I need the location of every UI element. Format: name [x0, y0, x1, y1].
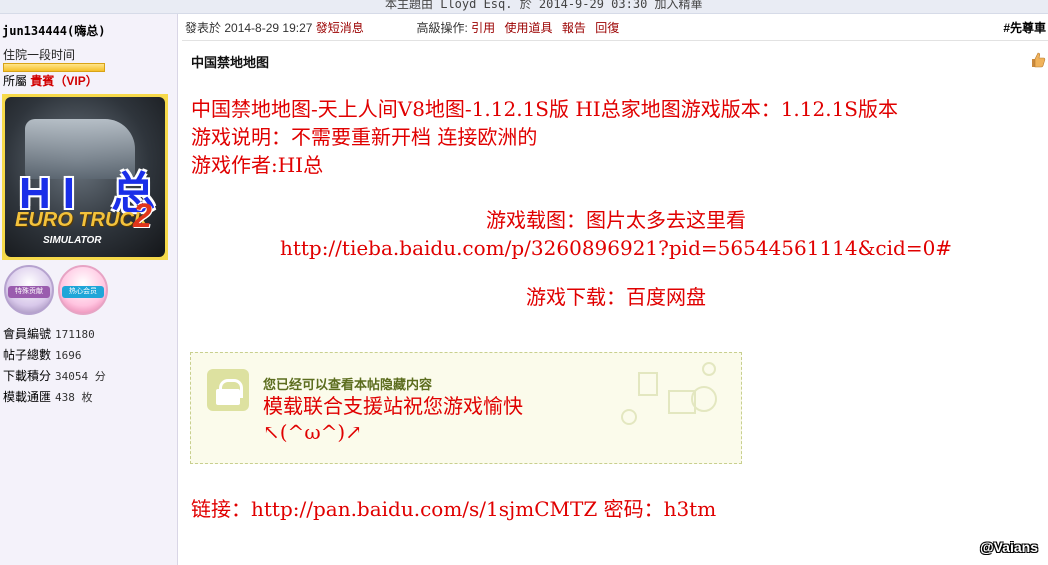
watermark: @Vaians: [979, 539, 1038, 555]
medal-special-contribution[interactable]: 特殊贡献: [4, 265, 54, 315]
stat-label: 下載積分: [3, 369, 52, 383]
stat-label: 模載通匯: [3, 390, 52, 404]
quote-link[interactable]: 引用: [471, 21, 495, 35]
admin-actions-label: 高級操作:: [416, 21, 468, 35]
hidden-content-note: 您已经可以查看本帖隐藏内容: [263, 377, 433, 392]
user-stats: 會員編號 171180 帖子總數 1696 下載積分 34054 分 模載通匯 438 …: [3, 324, 106, 408]
user-group-label: 所屬: [3, 74, 28, 88]
post-date: 2014-8-29 19:27: [224, 21, 313, 35]
use-item-link[interactable]: 使用道具: [505, 21, 553, 35]
post-line: 游戏说明：不需要重新开档 连接欧洲的: [191, 125, 538, 149]
thread-status-bar: 本主題由 Lloyd Esq. 於 2014-9-29 03:30 加入精華: [0, 0, 1048, 14]
post-line: 中国禁地地图-天上人间V8地图-1.12.1S版 HI总家地图游戏版本：1.12…: [191, 97, 899, 121]
report-link[interactable]: 報告: [562, 21, 586, 35]
medal-label: 特殊贡献: [8, 286, 50, 298]
reply-link[interactable]: 回復: [595, 21, 619, 35]
thread-status-text: 本主題由 Lloyd Esq. 於 2014-9-29 03:30 加入精華: [385, 0, 703, 11]
username[interactable]: jun134444(嗨总): [2, 22, 105, 39]
avatar-game-subtitle: SIMULATOR: [43, 235, 102, 246]
stat-label: 會員編號: [3, 327, 52, 341]
user-group-value: 貴賓（VIP）: [30, 74, 98, 88]
avatar-game-number: 2: [133, 197, 152, 235]
avatar-game-logo: EURO TRUCK: [15, 209, 149, 231]
screenshots-label: 游戏载图：图片太多去这里看: [486, 208, 746, 232]
rank-progress-bar: [3, 63, 105, 72]
post-floor-number[interactable]: #先尊車: [1003, 19, 1046, 36]
avatar-image: HI 总 EURO TRUCK 2 SIMULATOR: [5, 97, 165, 257]
post-title: 中国禁地地图: [191, 55, 270, 70]
user-profile-sidebar: jun134444(嗨总) 住院一段时间 所屬 貴賓（VIP） HI 总 EUR…: [0, 14, 178, 565]
post-line: 游戏作者:HI总: [191, 153, 324, 177]
stat-row: 模載通匯 438 枚: [3, 387, 106, 408]
hidden-content-box: 您已经可以查看本帖隐藏内容 模载联合支援站祝您游戏愉快 ↖(^ω^)↗: [190, 352, 742, 464]
medal-label: 热心会员: [62, 286, 104, 298]
lock-icon: [207, 369, 249, 411]
download-link[interactable]: 链接：http://pan.baidu.com/s/1sjmCMTZ 密码：h3…: [191, 493, 716, 522]
hidden-line: 模载联合支援站祝您游戏愉快: [263, 394, 523, 418]
thumbs-up-icon[interactable]: [1030, 52, 1046, 68]
post-meta: 發表於 2014-8-29 19:27 發短消息 高級操作: 引用 使用道具 報…: [185, 19, 625, 36]
stat-label: 帖子總數: [3, 348, 52, 362]
stat-row: 會員編號 171180: [3, 324, 106, 345]
avatar[interactable]: HI 总 EURO TRUCK 2 SIMULATOR: [2, 94, 168, 260]
screenshots-url[interactable]: http://tieba.baidu.com/p/3260896921?pid=…: [191, 234, 1041, 262]
user-rank: 住院一段时间: [3, 48, 76, 62]
stat-value: 438 枚: [55, 391, 93, 404]
download-label: 游戏下载：百度网盘: [526, 285, 706, 309]
stat-value: 171180: [55, 328, 95, 341]
post-body: 中国禁地地图-天上人间V8地图-1.12.1S版 HI总家地图游戏版本：1.12…: [191, 95, 1041, 311]
header-divider: [182, 40, 1048, 41]
post-meta-prefix: 發表於: [185, 21, 222, 35]
stat-value: 34054 分: [55, 370, 106, 383]
stat-row: 下載積分 34054 分: [3, 366, 106, 387]
hidden-content-body: 模载联合支援站祝您游戏愉快 ↖(^ω^)↗: [263, 393, 523, 445]
stat-value: 1696: [55, 349, 82, 362]
user-group: 所屬 貴賓（VIP）: [3, 72, 98, 89]
hidden-line: ↖(^ω^)↗: [263, 420, 362, 444]
stat-row: 帖子總數 1696: [3, 345, 106, 366]
medal-active-member[interactable]: 热心会员: [58, 265, 108, 315]
send-message-link[interactable]: 發短消息: [316, 21, 364, 35]
media-decoration-icon: [621, 362, 717, 425]
